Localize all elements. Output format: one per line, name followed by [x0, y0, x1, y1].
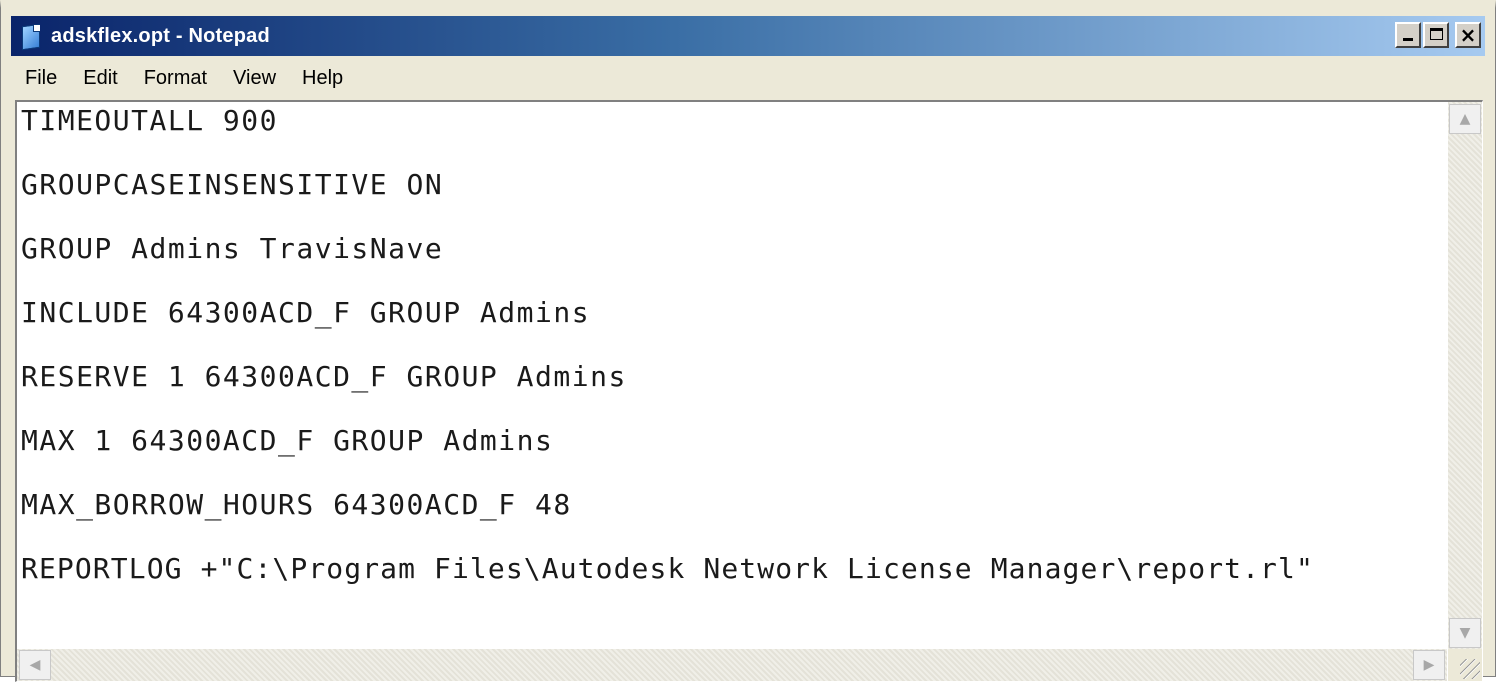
arrow-down-icon: ▼: [1459, 625, 1471, 641]
document-line[interactable]: GROUP Admins TravisNave: [21, 232, 443, 265]
minimize-button[interactable]: [1395, 22, 1421, 48]
notepad-window: adskflex.opt - Notepad × File Edit Forma…: [0, 0, 1496, 682]
document-line[interactable]: INCLUDE 64300ACD_F GROUP Admins: [21, 296, 590, 329]
arrow-right-icon: ▶: [1423, 657, 1435, 673]
document-line[interactable]: MAX 1 64300ACD_F GROUP Admins: [21, 424, 553, 457]
scroll-right-button[interactable]: ▶: [1413, 650, 1445, 680]
menu-edit[interactable]: Edit: [69, 67, 129, 90]
document-line[interactable]: TIMEOUTALL 900: [21, 104, 278, 137]
title-bar[interactable]: adskflex.opt - Notepad ×: [11, 16, 1485, 56]
close-icon: ×: [1459, 23, 1477, 47]
menu-file[interactable]: File: [11, 67, 69, 90]
scroll-left-button[interactable]: ◀: [19, 650, 51, 680]
arrow-left-icon: ◀: [29, 657, 41, 673]
scroll-down-button[interactable]: ▼: [1449, 618, 1481, 648]
maximize-button[interactable]: [1423, 22, 1449, 48]
document-line[interactable]: RESERVE 1 64300ACD_F GROUP Admins: [21, 360, 627, 393]
maximize-icon: [1430, 28, 1443, 40]
scrollbar-corner: [1448, 649, 1482, 681]
minimize-icon: [1403, 38, 1413, 41]
scroll-up-button[interactable]: ▲: [1449, 104, 1481, 134]
text-editor[interactable]: TIMEOUTALL 900 GROUPCASEINSENSITIVE ON G…: [15, 100, 1483, 682]
notepad-icon[interactable]: [19, 23, 43, 51]
menu-bar: File Edit Format View Help: [11, 60, 1485, 96]
horizontal-scrollbar[interactable]: ◀ ▶: [17, 649, 1447, 681]
window-controls: ×: [1395, 22, 1481, 48]
document-line[interactable]: MAX_BORROW_HOURS 64300ACD_F 48: [21, 488, 572, 521]
arrow-up-icon: ▲: [1459, 111, 1471, 127]
menu-help[interactable]: Help: [288, 67, 355, 90]
menu-format[interactable]: Format: [130, 67, 219, 90]
vertical-scrollbar[interactable]: ▲ ▼: [1448, 102, 1482, 650]
resize-grip-icon[interactable]: [1460, 659, 1480, 679]
menu-view[interactable]: View: [219, 67, 288, 90]
close-button[interactable]: ×: [1455, 22, 1481, 48]
document-text[interactable]: TIMEOUTALL 900 GROUPCASEINSENSITIVE ON G…: [17, 102, 1447, 650]
window-title: adskflex.opt - Notepad: [51, 24, 270, 47]
document-line[interactable]: GROUPCASEINSENSITIVE ON: [21, 168, 443, 201]
document-line[interactable]: REPORTLOG +"C:\Program Files\Autodesk Ne…: [21, 552, 1314, 585]
